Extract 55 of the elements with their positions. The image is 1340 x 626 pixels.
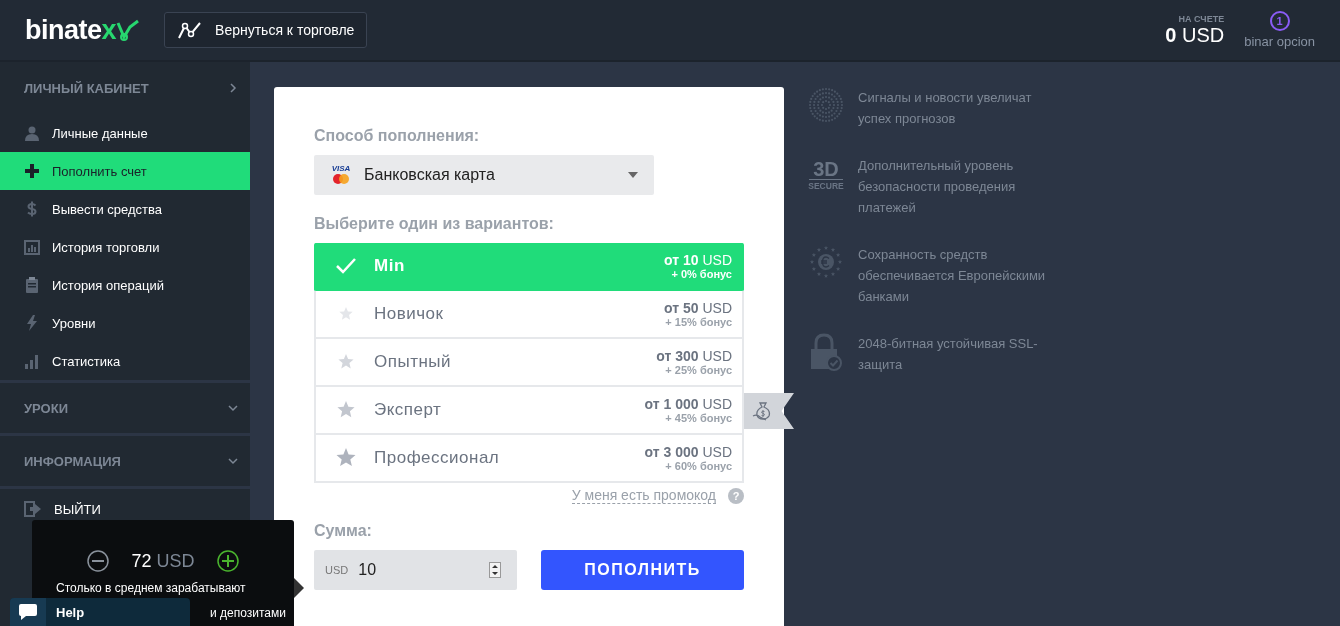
- spinner-icon[interactable]: [489, 562, 501, 578]
- deposit-option[interactable]: Новичок от 50 USD + 15% бонус: [314, 291, 744, 339]
- chart-icon: [24, 239, 40, 255]
- tooltip-text: Столько в среднем зарабатывают: [56, 581, 246, 595]
- earnings-amount: 72 USD: [131, 550, 195, 572]
- logout-icon: [24, 501, 42, 517]
- tooltip-pointer: [294, 578, 304, 598]
- balance-amount: 0 USD: [1165, 23, 1225, 47]
- dotted-globe-icon: [808, 87, 844, 125]
- deposit-option[interactable]: Профессионал от 3 000 USD + 60% бонус: [314, 435, 744, 483]
- sidebar-item[interactable]: История операций: [0, 266, 250, 304]
- chevron-icon: [228, 456, 238, 466]
- logo[interactable]: binatex: [25, 14, 141, 46]
- deposit-button[interactable]: ПОПОЛНИТЬ: [541, 550, 744, 590]
- bolt-icon: [24, 315, 40, 331]
- sidebar-item[interactable]: Уровни: [0, 304, 250, 342]
- sidebar-item[interactable]: Вывести средства: [0, 190, 250, 228]
- bar-chart-icon: [24, 353, 40, 369]
- user-name[interactable]: binar opcion: [1244, 34, 1315, 49]
- deposit-option[interactable]: Эксперт от 1 000 USD + 45% бонус: [314, 387, 744, 435]
- feature-text: Дополнительный уровень безопасности проведения платежей: [858, 157, 1017, 217]
- feature-text: Сохранность средств обеспечивается Европейскими банками: [858, 246, 1047, 306]
- checkmark-icon: [334, 257, 358, 275]
- minus-icon[interactable]: [87, 550, 110, 572]
- payment-method-select[interactable]: VISA Банковская карта: [314, 155, 654, 195]
- balance-label: НА СЧЕТЕ: [1178, 13, 1225, 24]
- feature-text: 2048-битная устойчивая SSL-защита: [858, 335, 1039, 374]
- plus-icon[interactable]: [216, 550, 239, 572]
- chat-bubble-icon: [18, 603, 38, 621]
- sidebar-section-header[interactable]: УРОКИ: [0, 383, 250, 433]
- clipboard-icon: [24, 277, 40, 293]
- sidebar-item[interactable]: Личные данные: [0, 114, 250, 152]
- level-badge: 1: [1269, 11, 1290, 31]
- amount-field[interactable]: USD 10: [314, 550, 517, 590]
- chevron-icon: [228, 83, 238, 93]
- dropdown-caret-icon: [628, 172, 638, 178]
- tooltip-text: и депозитами: [210, 606, 286, 620]
- options-label: Выберите один из вариантов:: [314, 215, 555, 233]
- sidebar-item[interactable]: Пополнить счет: [0, 152, 250, 190]
- chart-line-icon: [177, 20, 204, 40]
- amount-label: Сумма:: [314, 522, 373, 540]
- sidebar-section-header[interactable]: ЛИЧНЫЙ КАБИНЕТ: [0, 62, 250, 114]
- sidebar-section-header[interactable]: ИНФОРМАЦИЯ: [0, 436, 250, 486]
- sidebar-item[interactable]: Статистика: [0, 342, 250, 380]
- lock-icon: [808, 333, 844, 371]
- user-icon: [24, 125, 40, 141]
- back-to-trading-button[interactable]: Вернуться к торговле: [164, 12, 368, 48]
- chevron-icon: [228, 403, 238, 413]
- feature-text: Сигналы и новости увеличат успех прогнозов: [858, 89, 1033, 128]
- deposit-option[interactable]: Опытный от 300 USD + 25% бонус: [314, 339, 744, 387]
- sidebar-item[interactable]: История торговли: [0, 228, 250, 266]
- plus-icon: [24, 163, 40, 179]
- help-chat-button[interactable]: Help: [10, 598, 190, 626]
- logout-link[interactable]: ВЫЙТИ: [0, 489, 250, 529]
- method-label: Способ пополнения:: [314, 127, 481, 145]
